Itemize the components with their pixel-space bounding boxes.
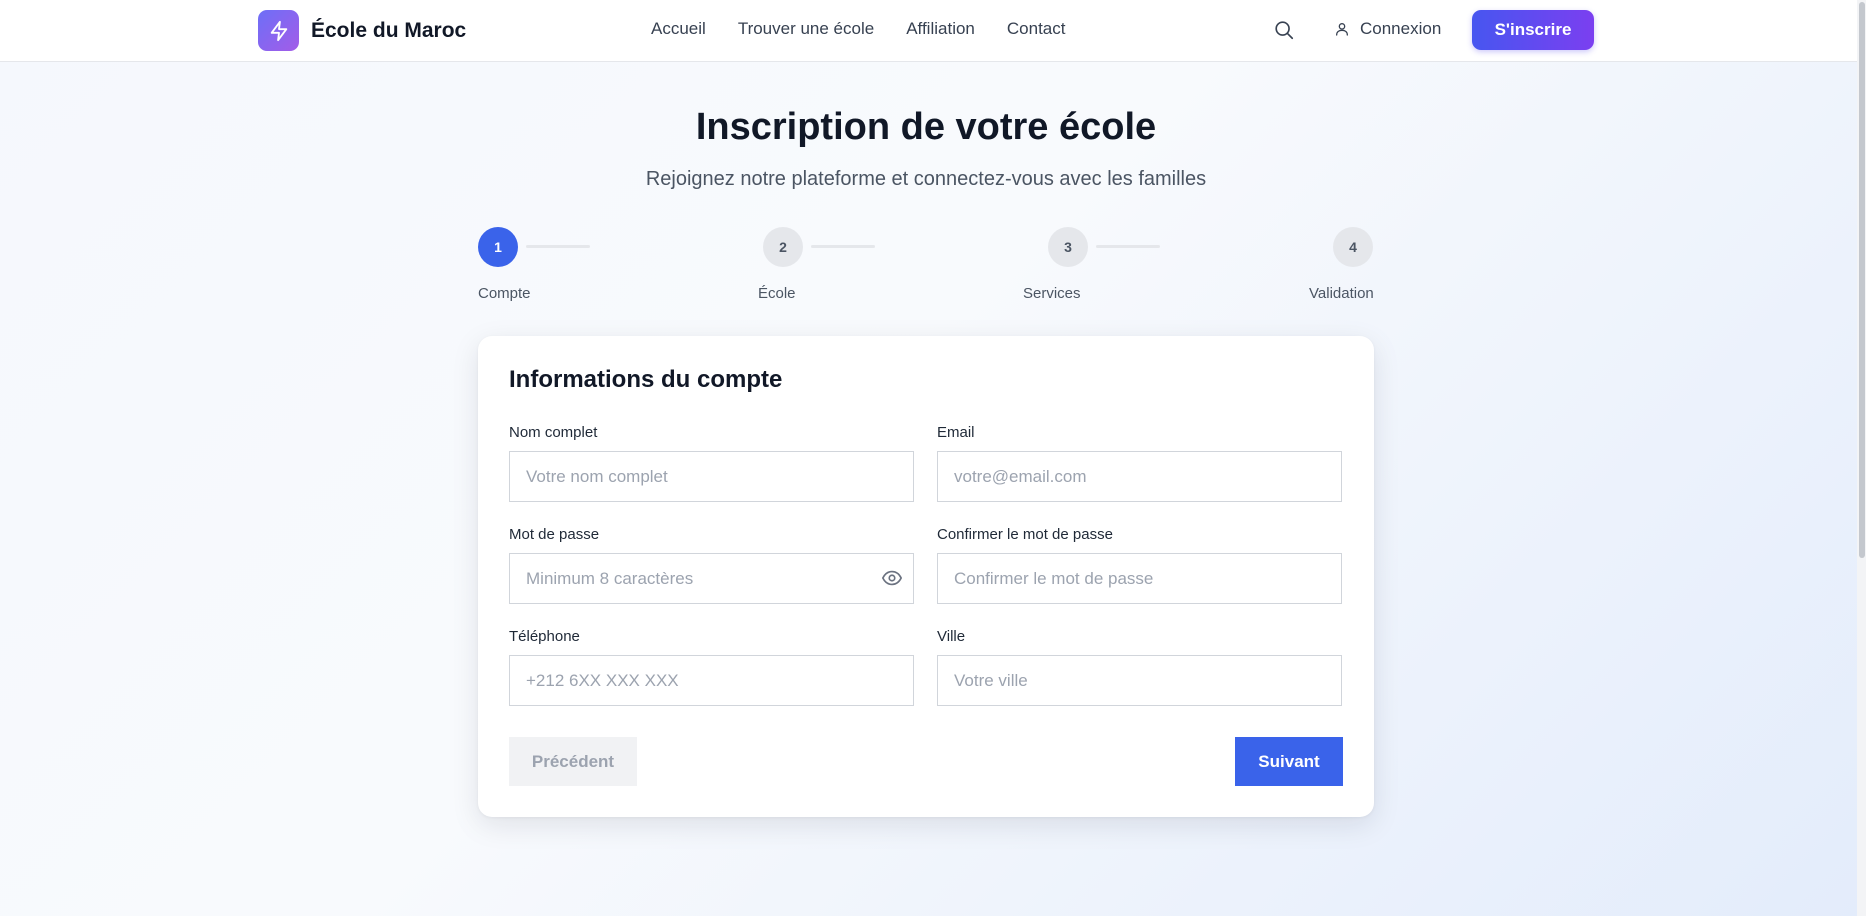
step-4-label: Validation bbox=[1309, 285, 1374, 302]
page-title: Inscription de votre école bbox=[695, 106, 1157, 148]
user-icon bbox=[1334, 20, 1352, 38]
city-input[interactable] bbox=[937, 655, 1342, 706]
page-subtitle: Rejoignez notre plateforme et connectez-… bbox=[645, 168, 1207, 190]
confirm-password-label: Confirmer le mot de passe bbox=[937, 526, 1113, 543]
step-4-circle[interactable]: 4 bbox=[1333, 227, 1373, 267]
step-2-circle[interactable]: 2 bbox=[763, 227, 803, 267]
step-connector bbox=[526, 245, 590, 248]
full-name-label: Nom complet bbox=[509, 424, 598, 441]
next-button[interactable]: Suivant bbox=[1235, 737, 1343, 786]
login-label: Connexion bbox=[1360, 19, 1442, 38]
main-nav: Accueil Trouver une école Affiliation Co… bbox=[651, 19, 1065, 39]
account-form-card: Informations du compte Nom complet Email… bbox=[478, 336, 1374, 817]
signup-button[interactable]: S'inscrire bbox=[1472, 10, 1594, 50]
nav-link-accueil[interactable]: Accueil bbox=[651, 19, 706, 39]
brand[interactable]: École du Maroc bbox=[258, 10, 466, 51]
lightning-bolt-icon bbox=[258, 10, 299, 51]
step-1-label: Compte bbox=[478, 285, 531, 302]
scrollbar-thumb[interactable] bbox=[1859, 2, 1865, 558]
nav-link-affiliation[interactable]: Affiliation bbox=[906, 19, 975, 39]
form-title: Informations du compte bbox=[509, 366, 783, 393]
phone-label: Téléphone bbox=[509, 628, 580, 645]
step-3-circle[interactable]: 3 bbox=[1048, 227, 1088, 267]
step-1-circle[interactable]: 1 bbox=[478, 227, 518, 267]
brand-name: École du Maroc bbox=[311, 18, 467, 42]
step-connector bbox=[1096, 245, 1160, 248]
password-label: Mot de passe bbox=[509, 526, 600, 543]
show-password-eye-icon[interactable] bbox=[881, 567, 903, 589]
nav-link-trouver-une-ecole[interactable]: Trouver une école bbox=[738, 19, 874, 39]
search-icon[interactable] bbox=[1273, 19, 1297, 43]
confirm-password-input[interactable] bbox=[937, 553, 1342, 604]
step-connector bbox=[811, 245, 875, 248]
step-2-label: École bbox=[758, 285, 796, 302]
full-name-input[interactable] bbox=[509, 451, 914, 502]
login-button[interactable]: Connexion bbox=[1334, 19, 1441, 39]
email-label: Email bbox=[937, 424, 975, 441]
top-navbar: École du Maroc Accueil Trouver une école… bbox=[0, 0, 1866, 62]
previous-button[interactable]: Précédent bbox=[509, 737, 637, 786]
email-input[interactable] bbox=[937, 451, 1342, 502]
password-input[interactable] bbox=[509, 553, 914, 604]
phone-input[interactable] bbox=[509, 655, 914, 706]
nav-link-contact[interactable]: Contact bbox=[1007, 19, 1066, 39]
city-label: Ville bbox=[937, 628, 966, 645]
step-3-label: Services bbox=[1023, 285, 1081, 302]
